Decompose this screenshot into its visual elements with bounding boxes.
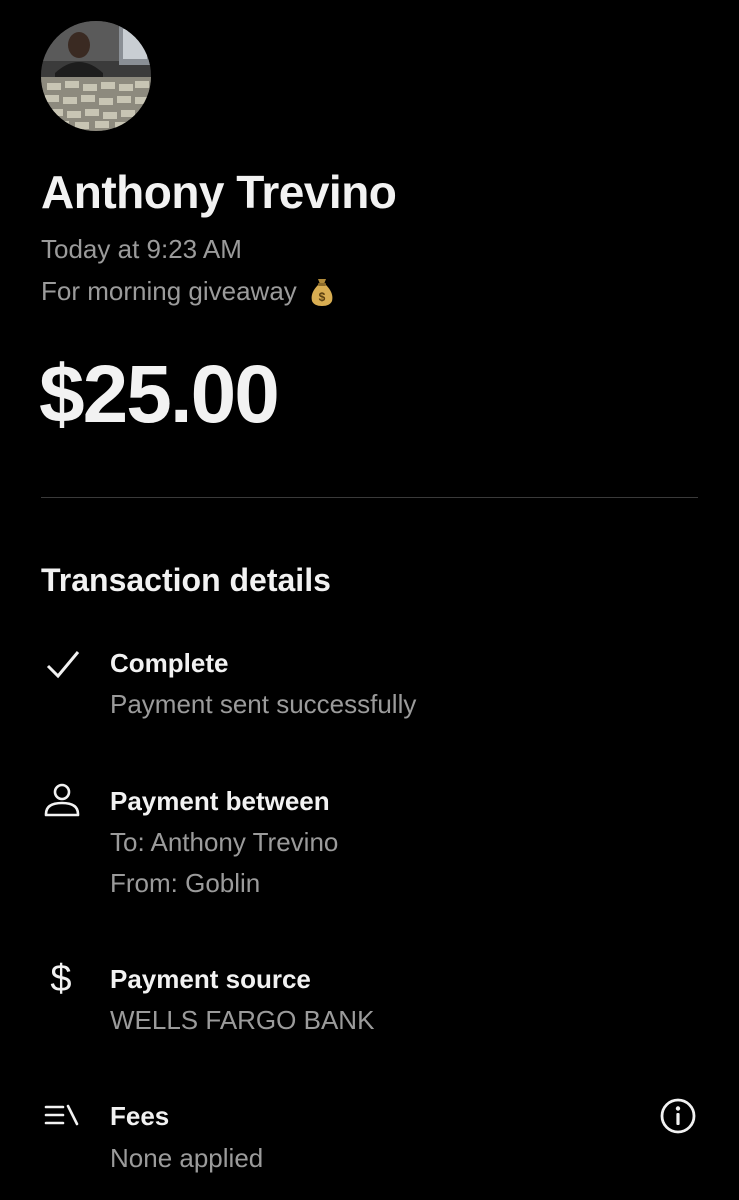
profile-photo: [41, 21, 151, 131]
fees-list-icon: [44, 1104, 79, 1126]
svg-text:$: $: [50, 958, 71, 998]
status-title: Complete: [110, 648, 229, 678]
payment-note-row: For morning giveaway $: [41, 276, 335, 307]
fees-value: None applied: [110, 1143, 264, 1173]
payment-amount: $25.00: [39, 349, 280, 440]
between-to: To: Anthony Trevino: [110, 827, 339, 857]
recipient-name: Anthony Trevino: [41, 166, 397, 218]
payment-note: For morning giveaway: [41, 276, 297, 306]
info-icon[interactable]: [659, 1097, 697, 1135]
status-subtitle: Payment sent successfully: [110, 689, 417, 719]
divider: [41, 497, 698, 498]
section-title: Transaction details: [41, 562, 331, 598]
payment-time: Today at 9:23 AM: [41, 234, 242, 264]
between-from: From: Goblin: [110, 868, 261, 898]
avatar[interactable]: [41, 21, 151, 131]
checkmark-icon: [46, 651, 80, 679]
svg-text:$: $: [318, 290, 325, 304]
between-title: Payment between: [110, 786, 330, 816]
source-value: WELLS FARGO BANK: [110, 1005, 375, 1035]
person-icon: [44, 783, 80, 817]
dollar-icon: $: [50, 958, 71, 998]
source-title: Payment source: [110, 964, 311, 994]
money-bag-icon: $: [311, 278, 333, 306]
fees-title: Fees: [110, 1101, 170, 1131]
